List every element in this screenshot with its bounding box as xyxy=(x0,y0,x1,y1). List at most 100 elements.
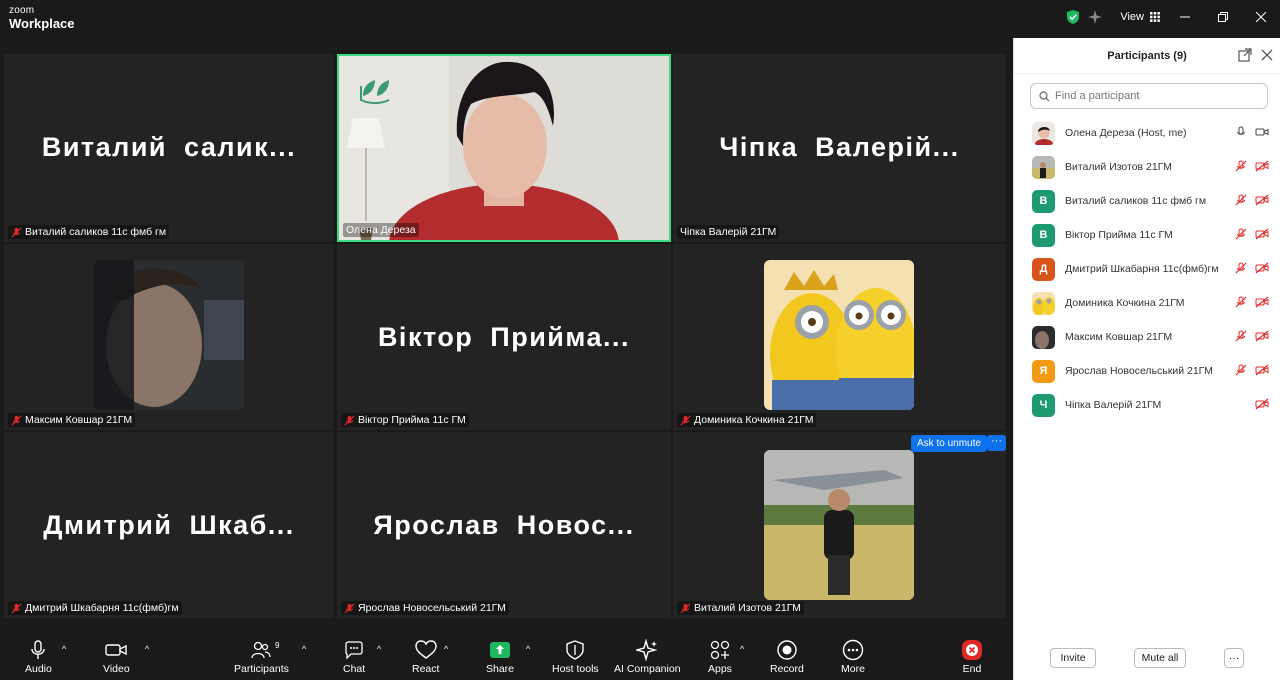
pop-out-icon[interactable] xyxy=(1238,48,1252,62)
participant-list: Олена Дереза (Host, me) Виталий Изотов 2… xyxy=(1014,116,1280,422)
participant-row[interactable]: Д Дмитрий Шкабарня 11с(фмб)гм xyxy=(1014,252,1280,286)
mic-muted-icon[interactable] xyxy=(1235,262,1247,274)
share-options-caret[interactable]: ^ xyxy=(526,644,530,654)
chat-label: Chat xyxy=(343,663,366,675)
search-input[interactable] xyxy=(1055,90,1255,102)
record-label: Record xyxy=(770,663,804,675)
participant-search[interactable] xyxy=(1030,83,1268,109)
host-tools-label: Host tools xyxy=(552,663,599,675)
mic-muted-icon[interactable] xyxy=(1235,194,1247,206)
participant-avatar: Д xyxy=(1032,257,1055,281)
mic-muted-icon[interactable] xyxy=(1235,228,1247,240)
record-button[interactable]: Record xyxy=(770,638,804,675)
video-tile-vitaliy-salikov[interactable]: Виталий салик... Виталий саликов 11с фмб… xyxy=(4,54,334,242)
ai-companion-button[interactable]: AI Companion xyxy=(614,638,681,675)
microphone-icon[interactable] xyxy=(1235,126,1247,138)
mic-muted-icon[interactable] xyxy=(1235,296,1247,308)
video-off-icon[interactable] xyxy=(1255,296,1269,308)
tile-name-text: Віктор Прийма 11с ГМ xyxy=(358,414,466,426)
ai-sparkle-icon xyxy=(636,639,658,661)
video-off-icon[interactable] xyxy=(1255,262,1269,274)
participant-avatar: В xyxy=(1032,189,1055,213)
dominika-avatar xyxy=(764,260,914,410)
tile-name-text: Доминика Кочкина 21ГМ xyxy=(694,414,814,426)
participant-name: Виталий саликов 11с фмб гм xyxy=(1065,195,1207,207)
vitaliy-izotov-avatar xyxy=(764,450,914,600)
tile-display-name: Віктор Прийма... xyxy=(377,322,631,352)
tile-name-label: Віктор Прийма 11с ГМ xyxy=(341,413,469,427)
video-off-icon[interactable] xyxy=(1255,364,1269,376)
video-tile-dmytriy-shkabarnia[interactable]: Дмитрий Шкаб... Дмитрий Шкабарня 11с(фмб… xyxy=(4,432,334,618)
react-label: React xyxy=(412,663,440,675)
more-button[interactable]: More xyxy=(841,638,865,675)
close-window-button[interactable] xyxy=(1242,0,1280,34)
panel-more-button[interactable]: ··· xyxy=(1224,648,1244,668)
participant-row[interactable]: Ч Чіпка Валерій 21ГМ xyxy=(1014,388,1280,422)
ask-to-unmute-button[interactable]: Ask to unmute xyxy=(911,435,987,452)
video-tile-dominika-kochkina[interactable]: Доминика Кочкина 21ГМ xyxy=(673,244,1006,430)
video-tile-yaroslav-novoselskyi[interactable]: Ярослав Новос... Ярослав Новосельський 2… xyxy=(337,432,671,618)
video-off-icon[interactable] xyxy=(1255,194,1269,206)
video-off-icon[interactable] xyxy=(1255,398,1269,410)
tile-name-label: Доминика Кочкина 21ГМ xyxy=(677,413,817,427)
audio-options-caret[interactable]: ^ xyxy=(62,644,66,654)
end-call-icon xyxy=(962,640,982,660)
ai-sparkle-icon[interactable] xyxy=(1084,0,1106,34)
apps-button[interactable]: Apps xyxy=(708,638,732,675)
apps-options-caret[interactable]: ^ xyxy=(740,644,744,654)
participant-row[interactable]: Максим Ковшар 21ГМ xyxy=(1014,320,1280,354)
participant-row[interactable]: Виталий Изотов 21ГМ xyxy=(1014,150,1280,184)
participant-row[interactable]: В Виталий саликов 11с фмб гм xyxy=(1014,184,1280,218)
video-off-icon[interactable] xyxy=(1255,160,1269,172)
video-tile-viktor-pryima[interactable]: Віктор Прийма... Віктор Прийма 11с ГМ xyxy=(337,244,671,430)
invite-button[interactable]: Invite xyxy=(1050,648,1096,668)
tile-name-label: Максим Ковшар 21ГМ xyxy=(8,413,136,427)
apps-label: Apps xyxy=(708,663,732,675)
mic-muted-icon[interactable] xyxy=(1235,364,1247,376)
end-button[interactable]: End xyxy=(961,638,983,675)
participants-button[interactable]: 9 Participants xyxy=(234,638,289,675)
video-tile-vitaliy-izotov[interactable]: Виталий Изотов 21ГМ xyxy=(673,432,1006,618)
view-button[interactable]: View xyxy=(1120,11,1160,23)
mic-muted-icon[interactable] xyxy=(1235,330,1247,342)
video-camera-icon[interactable] xyxy=(1255,126,1269,138)
close-icon[interactable] xyxy=(1260,48,1274,62)
video-tile-maksym-kovshar[interactable]: Максим Ковшар 21ГМ xyxy=(4,244,334,430)
participant-name: Чіпка Валерій 21ГМ xyxy=(1065,399,1162,411)
video-options-caret[interactable]: ^ xyxy=(145,644,149,654)
share-button[interactable]: Share xyxy=(486,638,514,675)
panel-header: Participants (9) xyxy=(1014,38,1280,74)
video-off-icon[interactable] xyxy=(1255,330,1269,342)
meeting-toolbar: Audio ^ Video ^ 9 Participants ^ Chat ^ … xyxy=(0,630,1013,680)
participant-name: Доминика Кочкина 21ГМ xyxy=(1065,297,1185,309)
tile-more-options-button[interactable]: ··· xyxy=(987,435,1006,451)
tile-name-label: Чіпка Валерій 21ГМ xyxy=(677,225,780,239)
tile-name-text: Ярослав Новосельський 21ГМ xyxy=(358,602,506,614)
chat-options-caret[interactable]: ^ xyxy=(377,644,381,654)
more-dots-icon xyxy=(842,639,864,661)
tile-name-label: Олена Дереза xyxy=(343,223,419,237)
host-tools-button[interactable]: Host tools xyxy=(552,638,599,675)
audio-button[interactable]: Audio xyxy=(25,638,52,675)
participant-row[interactable]: В Віктор Прийма 11с ГМ xyxy=(1014,218,1280,252)
chat-button[interactable]: Chat xyxy=(343,638,365,675)
participant-row[interactable]: Доминика Кочкина 21ГМ xyxy=(1014,286,1280,320)
react-options-caret[interactable]: ^ xyxy=(444,644,448,654)
mute-all-button[interactable]: Mute all xyxy=(1134,648,1186,668)
minimize-button[interactable] xyxy=(1166,0,1204,34)
restore-button[interactable] xyxy=(1204,0,1242,34)
mic-muted-icon[interactable] xyxy=(1235,160,1247,172)
video-button[interactable]: Video xyxy=(103,638,130,675)
react-button[interactable]: React xyxy=(412,638,439,675)
participant-name: Ярослав Новосельський 21ГМ xyxy=(1065,365,1213,377)
video-tile-chipka-valeriy[interactable]: Чіпка Валерій... Чіпка Валерій 21ГМ xyxy=(673,54,1006,242)
video-off-icon[interactable] xyxy=(1255,228,1269,240)
participants-options-caret[interactable]: ^ xyxy=(302,644,306,654)
tile-name-label: Виталий Изотов 21ГМ xyxy=(677,601,804,615)
security-shield-icon[interactable] xyxy=(1062,0,1084,34)
video-label: Video xyxy=(103,663,130,675)
share-label: Share xyxy=(486,663,515,675)
participant-row[interactable]: Я Ярослав Новосельський 21ГМ xyxy=(1014,354,1280,388)
participant-row[interactable]: Олена Дереза (Host, me) xyxy=(1014,116,1280,150)
video-tile-olena-dereza[interactable]: Олена Дереза xyxy=(337,54,671,242)
